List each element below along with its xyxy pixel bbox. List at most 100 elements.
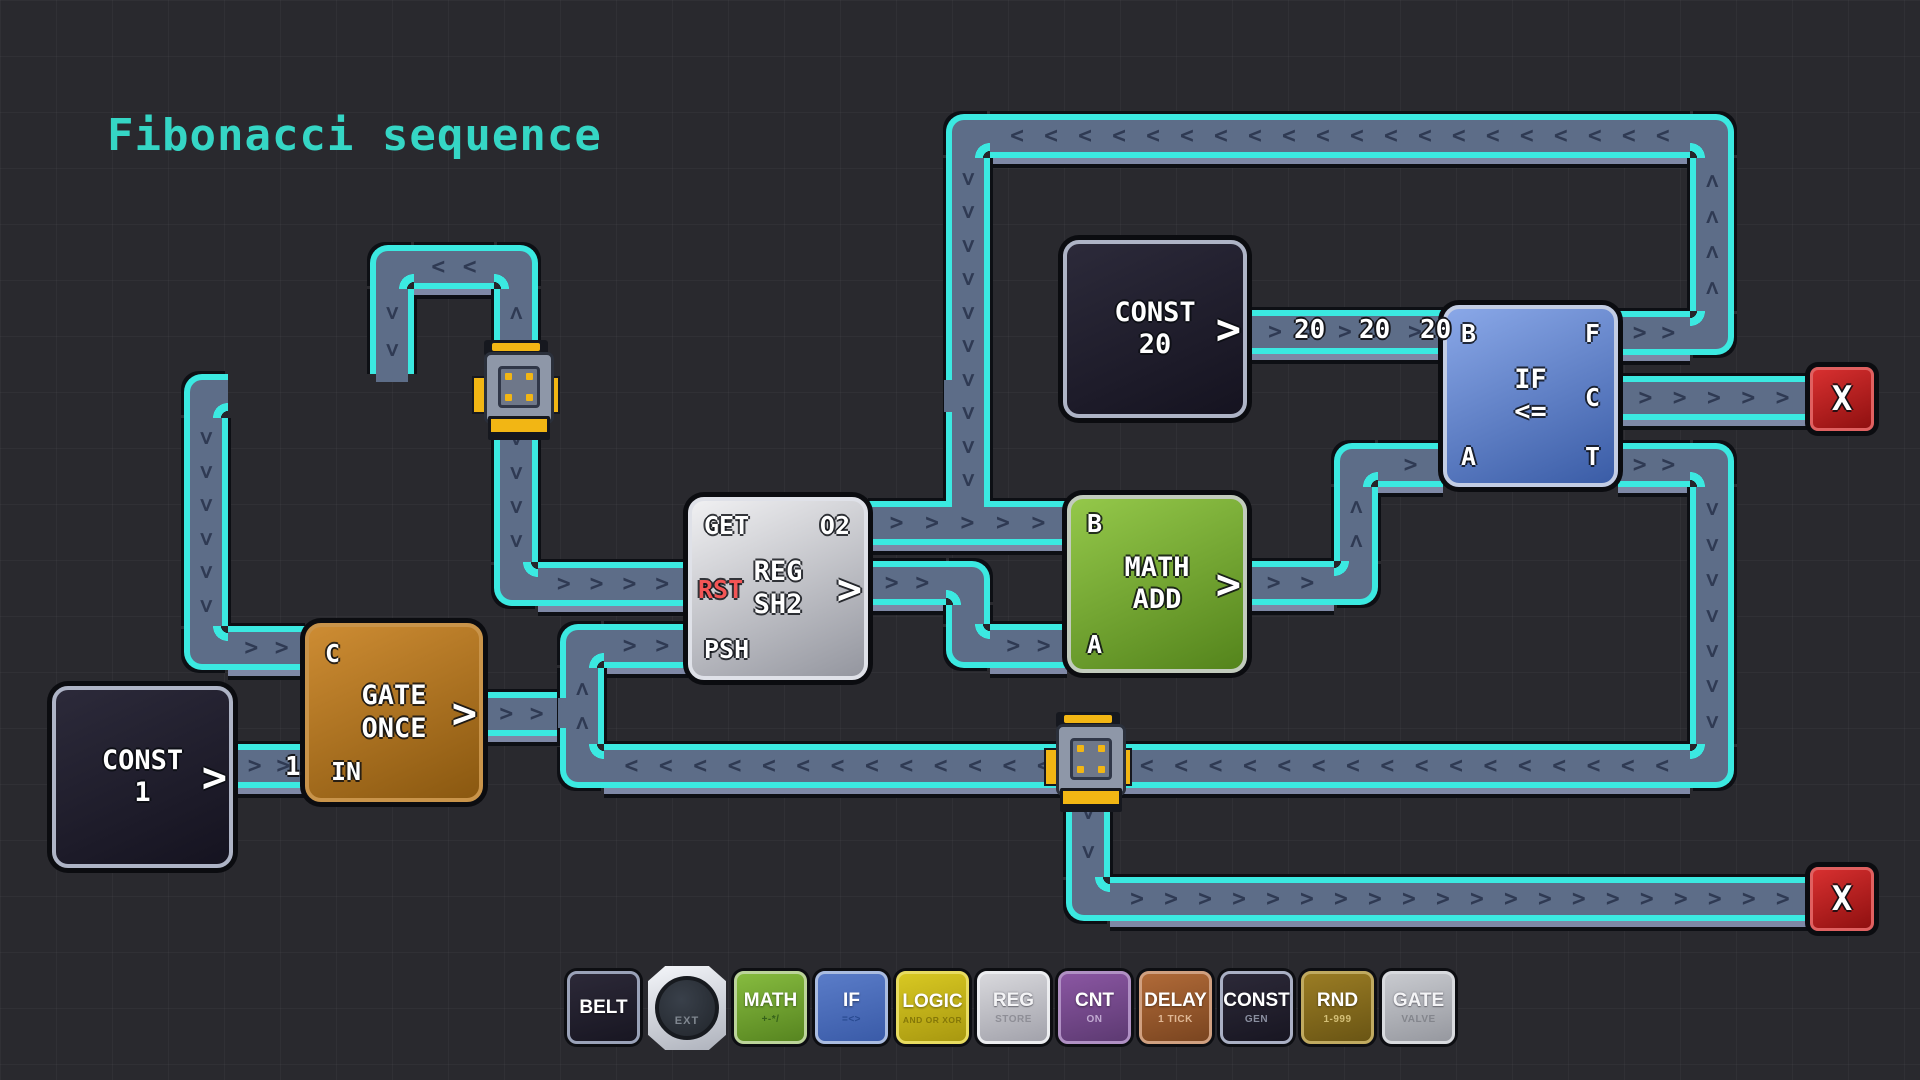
output-arrow: > [1216,560,1241,609]
belt-corner[interactable] [946,561,990,605]
belt-segment[interactable]: >>>>> [1247,310,1443,354]
belt-corner[interactable] [494,562,538,606]
block-gate-once[interactable]: C GATEONCE IN > [305,623,483,802]
belt-segment[interactable]: << [1334,487,1378,561]
toolbar-button-ext[interactable]: EXT [648,966,726,1050]
output-arrow: > [1216,305,1241,354]
output-block-top[interactable]: X [1810,367,1874,431]
block-reg-sh2[interactable]: GET O2 RST REGSH2 PSH > [688,497,868,680]
belt-segment[interactable]: >>>> [538,562,688,606]
toolbar-button-belt[interactable]: BELT [567,971,640,1044]
game-canvas: <<<<<<<<<<<<<<<<<<<<>>>>>>>>>>>>>>>>>>>>… [0,0,1920,1080]
belt-corner[interactable] [1334,561,1378,605]
toolbar-button-sublabel: =<> [842,1014,861,1025]
belt-segment[interactable]: << [414,245,494,289]
toolbar-button-reg[interactable]: REG STORE [977,971,1050,1044]
toolbar-button-const[interactable]: CONST GEN [1220,971,1293,1044]
toolbar-button-cnt[interactable]: CNT ON [1058,971,1131,1044]
belt-segment[interactable]: >> [868,561,946,605]
toolbar-button-label: MATH [744,990,797,1012]
block-label: REGSH2 [754,556,803,621]
belt-segment[interactable] [946,605,990,624]
port-c: C [1585,383,1600,412]
toolbar-button-math[interactable]: MATH +-*/ [734,971,807,1044]
toolbar-button-if[interactable]: IF =<> [815,971,888,1044]
toolbar-button-sublabel: 1-999 [1323,1014,1351,1025]
toolbar-button-label: REG [993,990,1034,1012]
belt-segment[interactable]: >> [228,626,305,670]
belt-segment[interactable]: >>>>> [1618,376,1810,420]
port-o2: O2 [820,511,850,540]
belt-junction-patch [558,698,568,728]
belt-segment[interactable]: >> [370,289,414,374]
port-rst: RST [698,575,743,604]
port-c: C [325,639,340,668]
belt-segment[interactable]: <<<< [1690,158,1734,311]
block-label: X [1832,879,1852,920]
belt-corner[interactable] [1690,114,1734,158]
toolbar: BELT EXT MATH +-*/ IF =<> LOGIC AND OR X… [567,971,1455,1050]
belt-corner[interactable] [184,626,228,670]
belt-corner[interactable] [946,624,990,668]
port-b: B [1087,509,1102,538]
toolbar-button-label: BELT [579,997,627,1019]
crossing-body [1056,724,1126,796]
block-const-20[interactable]: CONST20 > [1063,240,1247,418]
belt-segment[interactable]: >>>>>>> [1690,487,1734,744]
belt-corner[interactable] [1690,311,1734,355]
belt-segment[interactable]: >> [1247,561,1334,605]
belt-segment[interactable]: >> [1618,443,1690,487]
output-arrow: > [837,564,862,613]
belt-corner[interactable] [560,744,604,788]
toolbar-button-rnd[interactable]: RND 1-999 [1301,971,1374,1044]
toolbar-button-logic[interactable]: LOGIC AND OR XOR [896,971,969,1044]
block-math-add[interactable]: B MATHADD A > [1067,495,1247,673]
block-if[interactable]: B F IF<= C A T [1443,305,1618,487]
crossing-base [1060,804,1122,812]
belt-segment[interactable]: >> [483,692,560,736]
belt-value-label: 20 [1294,315,1325,345]
belt-corner[interactable] [1690,443,1734,487]
output-block-bottom[interactable]: X [1810,867,1874,931]
belt-corner[interactable] [560,624,604,668]
belt-segment[interactable]: <<<<<<<<<<<<<<<<<<<< [990,114,1690,158]
belt-segment[interactable]: <<<<<<<<<<<<<<<<<<<<<<<<<<<<<<< [604,744,1690,788]
belt-junction-patch [376,374,408,382]
toolbar-button-delay[interactable]: DELAY 1 TICK [1139,971,1212,1044]
belt-value-label: 1 [285,752,301,782]
belt-segment[interactable]: >> [1618,311,1690,355]
port-t: T [1585,442,1600,471]
belt-crossing[interactable] [472,340,560,444]
page-title: Fibonacci sequence [107,110,602,161]
toolbar-button-sublabel: +-*/ [762,1014,780,1025]
belt-corner[interactable] [946,114,990,158]
toolbar-button-sublabel: STORE [995,1014,1032,1025]
block-label: CONST20 [1114,297,1195,362]
belt-junction-patch [952,501,984,509]
belt-segment[interactable]: >>>>>> [184,418,228,626]
block-label: IF<= [1514,364,1547,429]
belt-segment[interactable]: >> [604,624,688,668]
belt-corner[interactable] [1690,744,1734,788]
toolbar-button-sublabel: 1 TICK [1158,1014,1193,1025]
belt-corner[interactable] [494,245,538,289]
crossing-base [488,432,550,440]
belt-segment[interactable]: > [1378,443,1443,487]
belt-value-label: 20 [1420,315,1451,345]
belt-segment[interactable]: >>>>>>>>>> [946,158,990,501]
belt-segment[interactable]: >> [990,624,1067,668]
belt-segment[interactable]: >>>>>>>>>>>>>>>>>>>> [1110,877,1810,921]
toolbar-button-label: CONST [1223,990,1290,1012]
block-const-1[interactable]: CONST1 > [52,686,233,868]
toolbar-button-label: DELAY [1144,990,1207,1012]
port-in: IN [331,757,361,786]
belt-corner[interactable] [184,374,228,418]
toolbar-button-sublabel: ON [1087,1014,1103,1025]
belt-corner[interactable] [1334,443,1378,487]
belt-crossing[interactable] [1044,712,1132,816]
belt-corner[interactable] [1066,877,1110,921]
output-arrow: > [202,753,227,802]
belt-corner[interactable] [370,245,414,289]
toolbar-button-gate[interactable]: GATE VALVE [1382,971,1455,1044]
belt-junction-patch [944,380,954,412]
